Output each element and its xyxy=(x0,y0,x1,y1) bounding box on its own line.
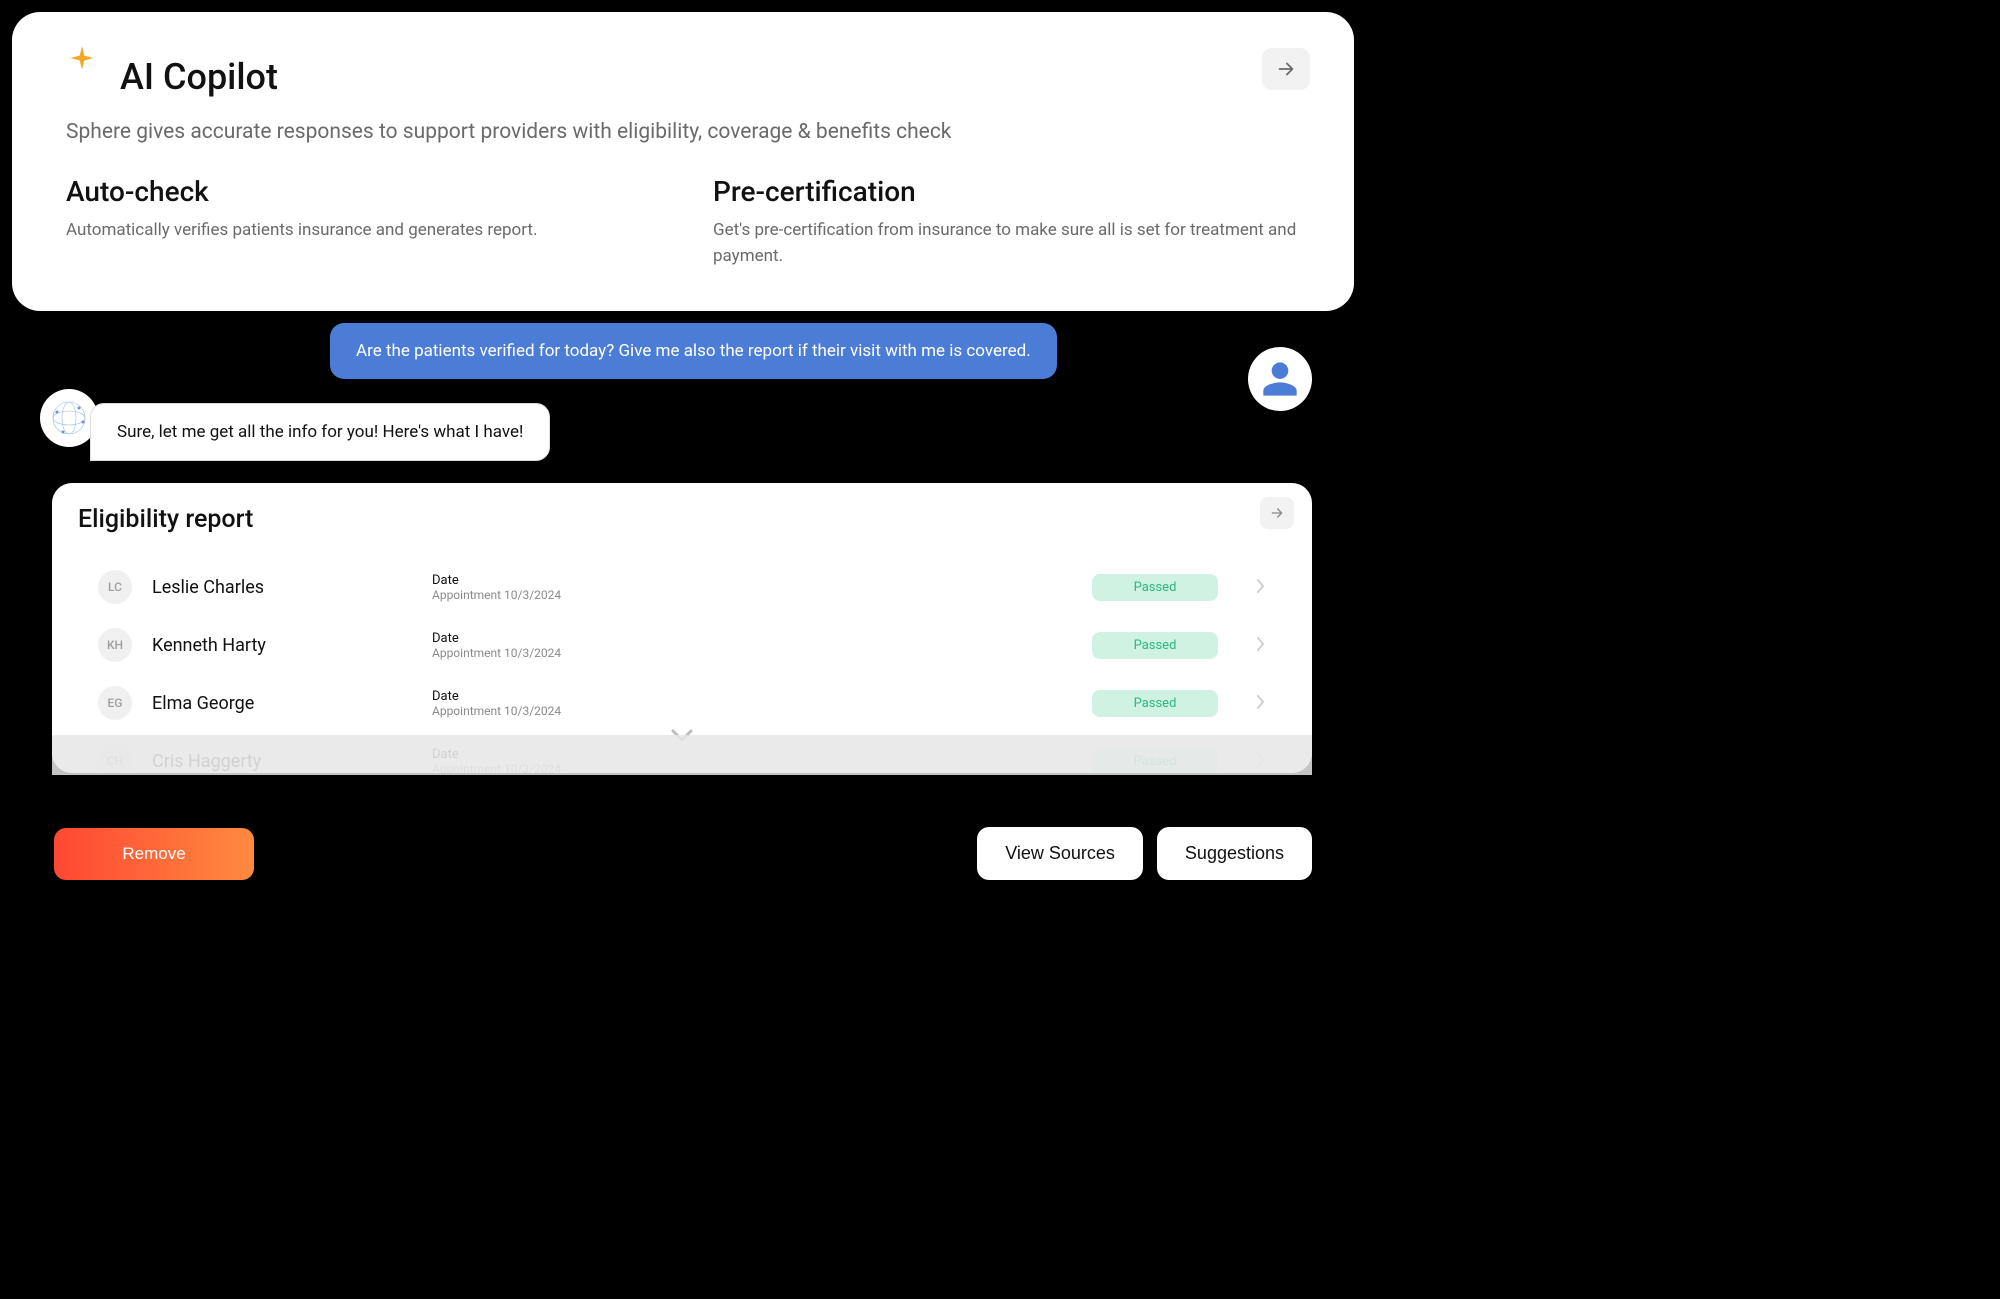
avatar: EG xyxy=(98,686,132,720)
chevron-right-icon xyxy=(1256,578,1266,597)
ai-message: Sure, let me get all the info for you! H… xyxy=(90,403,550,461)
table-row[interactable]: KH Kenneth Harty Date Appointment 10/3/2… xyxy=(78,616,1286,674)
report-expand-button[interactable] xyxy=(1260,497,1294,529)
sparkle-icon xyxy=(68,44,96,76)
status-badge: Passed xyxy=(1092,632,1218,659)
date-value: Appointment 10/3/2024 xyxy=(432,704,1072,718)
suggestions-button[interactable]: Suggestions xyxy=(1157,827,1312,880)
report-title: Eligibility report xyxy=(78,505,1286,534)
date-column: Date Appointment 10/3/2024 xyxy=(432,689,1072,718)
patient-name: Leslie Charles xyxy=(152,577,412,598)
table-row[interactable]: EG Elma George Date Appointment 10/3/202… xyxy=(78,674,1286,732)
page-subtitle: Sphere gives accurate responses to suppo… xyxy=(66,118,1300,147)
feature-description: Get's pre-certification from insurance t… xyxy=(713,218,1300,269)
user-avatar xyxy=(1248,347,1312,411)
avatar: LC xyxy=(98,570,132,604)
eligibility-report-card: Eligibility report LC Leslie Charles Dat… xyxy=(52,483,1312,773)
status-badge: Passed xyxy=(1092,574,1218,601)
arrow-right-icon xyxy=(1275,58,1297,80)
chevron-right-icon xyxy=(1256,694,1266,713)
feature-auto-check: Auto-check Automatically verifies patien… xyxy=(66,175,653,269)
date-column: Date Appointment 10/3/2024 xyxy=(432,573,1072,602)
person-icon xyxy=(1260,359,1300,399)
user-message: Are the patients verified for today? Giv… xyxy=(330,323,1057,379)
status-badge: Passed xyxy=(1092,690,1218,717)
feature-pre-certification: Pre-certification Get's pre-certificatio… xyxy=(713,175,1300,269)
feature-description: Automatically verifies patients insuranc… xyxy=(66,218,653,244)
date-column: Date Appointment 10/3/2024 xyxy=(432,631,1072,660)
view-sources-button[interactable]: View Sources xyxy=(977,827,1143,880)
table-row[interactable]: LC Leslie Charles Date Appointment 10/3/… xyxy=(78,558,1286,616)
remove-button[interactable]: Remove xyxy=(54,828,254,880)
date-value: Appointment 10/3/2024 xyxy=(432,588,1072,602)
patient-name: Kenneth Harty xyxy=(152,635,412,656)
avatar: KH xyxy=(98,628,132,662)
chevron-right-icon xyxy=(1256,636,1266,655)
next-arrow-button[interactable] xyxy=(1262,48,1310,90)
feature-title: Pre-certification xyxy=(713,175,1300,208)
fade-overlay xyxy=(52,735,1312,775)
copilot-card: AI Copilot Sphere gives accurate respons… xyxy=(12,12,1354,311)
bottom-toolbar: Remove View Sources Suggestions xyxy=(0,827,1366,880)
date-label: Date xyxy=(432,631,1072,646)
arrow-right-icon xyxy=(1269,505,1285,521)
feature-title: Auto-check xyxy=(66,175,653,208)
date-label: Date xyxy=(432,689,1072,704)
date-value: Appointment 10/3/2024 xyxy=(432,646,1072,660)
page-title: AI Copilot xyxy=(120,56,1300,98)
date-label: Date xyxy=(432,573,1072,588)
sphere-logo-icon xyxy=(49,398,89,438)
patient-name: Elma George xyxy=(152,693,412,714)
